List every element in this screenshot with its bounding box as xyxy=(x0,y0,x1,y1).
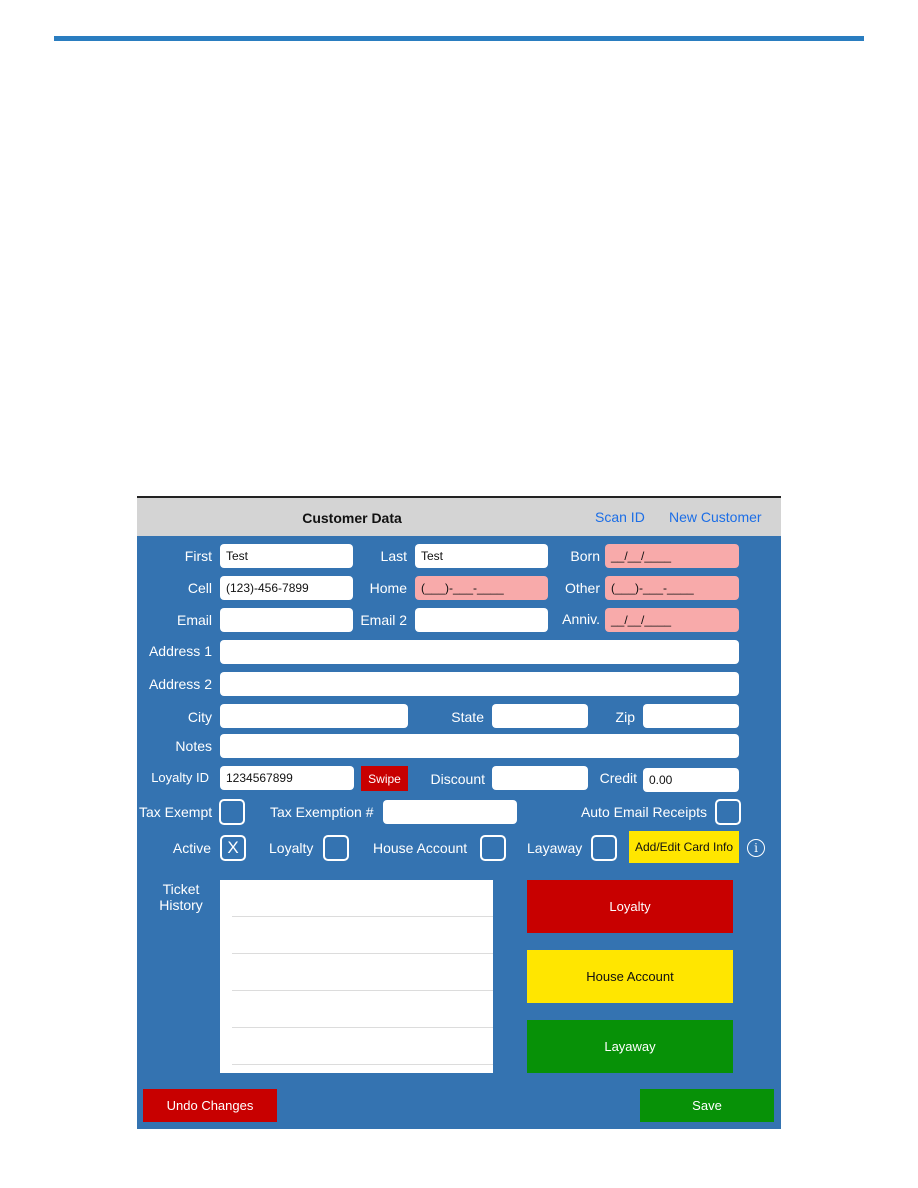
loyalty-label: Loyalty xyxy=(269,840,314,856)
list-row-divider xyxy=(232,990,493,991)
layaway-button[interactable]: Layaway xyxy=(527,1020,733,1073)
tax-exemption-number-field[interactable] xyxy=(383,800,517,824)
credit-label: Credit xyxy=(599,770,637,786)
born-label: Born xyxy=(570,548,600,564)
undo-changes-button[interactable]: Undo Changes xyxy=(143,1089,277,1122)
notes-label: Notes xyxy=(175,738,212,754)
swipe-button[interactable]: Swipe xyxy=(361,766,408,791)
first-label: First xyxy=(184,548,212,564)
state-field[interactable] xyxy=(492,704,588,728)
born-date-field[interactable]: __/__/____ xyxy=(605,544,739,568)
address1-label: Address 1 xyxy=(148,643,212,659)
loyalty-id-label: Loyalty ID xyxy=(151,770,209,785)
anniv-label: Anniv. xyxy=(562,611,600,627)
credit-field[interactable]: 0.00 xyxy=(643,768,739,792)
loyalty-button[interactable]: Loyalty xyxy=(527,880,733,933)
auto-email-receipts-checkbox[interactable] xyxy=(715,799,741,825)
layaway-checkbox[interactable] xyxy=(591,835,617,861)
house-account-label: House Account xyxy=(373,840,468,856)
layaway-label: Layaway xyxy=(527,840,583,856)
email-field[interactable] xyxy=(220,608,353,632)
active-label: Active xyxy=(172,840,211,856)
address1-field[interactable] xyxy=(220,640,739,664)
zip-field[interactable] xyxy=(643,704,739,728)
cell-label: Cell xyxy=(187,580,212,596)
first-name-field[interactable]: Test xyxy=(220,544,353,568)
ticket-history-list[interactable] xyxy=(220,880,493,1073)
email2-label: Email 2 xyxy=(360,612,407,628)
last-name-field[interactable]: Test xyxy=(415,544,548,568)
email-label: Email xyxy=(176,612,212,628)
tax-exemption-number-label: Tax Exemption # xyxy=(270,804,374,820)
ticket-history-label-line1: Ticket xyxy=(162,881,200,897)
city-field[interactable] xyxy=(220,704,408,728)
auto-email-receipts-label: Auto Email Receipts xyxy=(580,804,707,820)
page-title: Customer Data xyxy=(302,510,402,526)
notes-field[interactable] xyxy=(220,734,739,758)
info-icon[interactable]: i xyxy=(747,839,765,857)
save-button[interactable]: Save xyxy=(640,1089,774,1122)
address2-field[interactable] xyxy=(220,672,739,696)
list-row-divider xyxy=(232,1064,493,1065)
new-customer-button[interactable]: New Customer xyxy=(669,509,762,525)
list-row-divider xyxy=(232,916,493,917)
add-edit-card-info-button[interactable]: Add/Edit Card Info xyxy=(629,831,739,863)
zip-label: Zip xyxy=(615,709,635,725)
email2-field[interactable] xyxy=(415,608,548,632)
address2-label: Address 2 xyxy=(148,676,212,692)
discount-label: Discount xyxy=(430,771,485,787)
list-row-divider xyxy=(232,953,493,954)
list-row-divider xyxy=(232,1027,493,1028)
state-label: State xyxy=(451,709,484,725)
other-label: Other xyxy=(564,580,600,596)
tax-exempt-label: Tax Exempt xyxy=(139,804,213,820)
home-label: Home xyxy=(369,580,407,596)
ticket-history-label-line2: History xyxy=(159,897,203,913)
other-phone-field[interactable]: (___)-___-____ xyxy=(605,576,739,600)
scan-id-button[interactable]: Scan ID xyxy=(595,509,645,525)
ticket-history-label: Ticket History xyxy=(157,881,205,913)
house-account-button[interactable]: House Account xyxy=(527,950,733,1003)
customer-data-panel: Customer Data Scan ID New Customer First… xyxy=(137,496,781,1129)
house-account-checkbox[interactable] xyxy=(480,835,506,861)
anniversary-date-field[interactable]: __/__/____ xyxy=(605,608,739,632)
top-rule xyxy=(54,36,864,41)
discount-field[interactable] xyxy=(492,766,588,790)
loyalty-id-field[interactable]: 1234567899 xyxy=(220,766,354,790)
active-checkbox[interactable]: X xyxy=(220,835,246,861)
city-label: City xyxy=(187,709,212,725)
loyalty-checkbox[interactable] xyxy=(323,835,349,861)
last-label: Last xyxy=(380,548,407,564)
tax-exempt-checkbox[interactable] xyxy=(219,799,245,825)
header-bar: Customer Data Scan ID New Customer xyxy=(137,498,781,536)
cell-phone-field[interactable]: (123)-456-7899 xyxy=(220,576,353,600)
home-phone-field[interactable]: (___)-___-____ xyxy=(415,576,548,600)
